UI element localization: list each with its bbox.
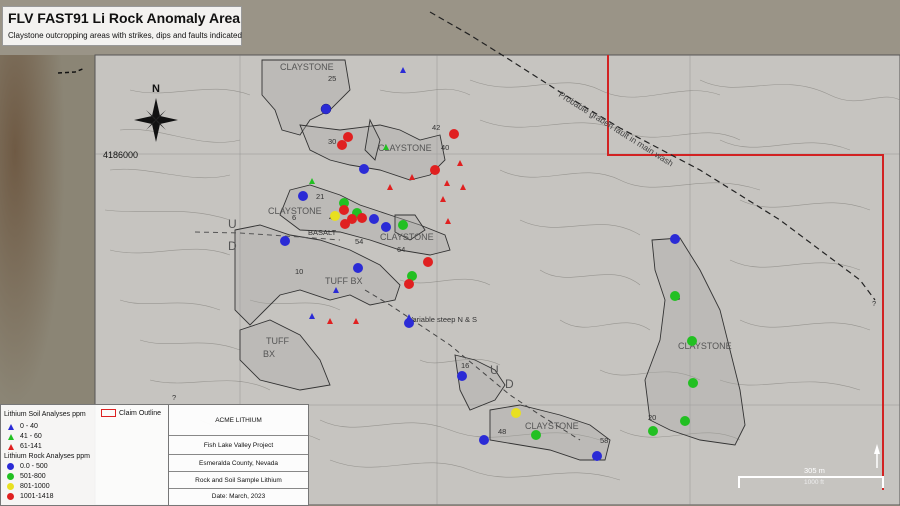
claim-legend-label: Claim Outline <box>119 409 162 417</box>
dip-label: 20 <box>648 413 656 422</box>
rock-sample-blue[interactable] <box>670 234 680 244</box>
dip-label: 40 <box>441 143 449 152</box>
info-subject: Rock and Soil Sample Lithium <box>169 472 308 489</box>
rock-sample-red[interactable] <box>449 129 459 139</box>
rock-sample-blue[interactable] <box>280 236 290 246</box>
north-label: N <box>152 83 160 95</box>
rock-legend-row: 801-1000 <box>7 482 50 491</box>
rock-sample-blue[interactable] <box>369 214 379 224</box>
rock-legend-label: 501-800 <box>20 473 46 480</box>
rock-sample-green[interactable] <box>687 336 697 346</box>
rock-sample-yellow[interactable] <box>330 211 340 221</box>
soil-legend-row: 0 - 40 <box>7 422 38 431</box>
tuff-bx-label: TUFF BX <box>325 276 363 286</box>
unit-label-u2: U <box>490 363 499 377</box>
rock-sample-blue[interactable] <box>404 318 414 328</box>
dip-label: 54 <box>355 237 363 246</box>
scale-bar-line <box>738 476 884 478</box>
dip-label: ? <box>872 299 876 308</box>
northing-label: 4186000 <box>103 150 138 160</box>
dip-label: 25 <box>328 74 336 83</box>
dip-label: 58 <box>600 436 608 445</box>
rock-sample-red[interactable] <box>404 279 414 289</box>
rock-sample-red[interactable] <box>339 205 349 215</box>
rock-sample-blue[interactable] <box>457 371 467 381</box>
dip-label: 21 <box>316 192 324 201</box>
rock-legend-row: 501-800 <box>7 472 46 481</box>
rock-sample-blue[interactable] <box>298 191 308 201</box>
map-title: FLV FAST91 Li Rock Anomaly Area <box>8 10 241 26</box>
claystone-label: CLAYSTONE <box>525 421 579 431</box>
claystone-label: CLAYSTONE <box>280 62 334 72</box>
soil-legend-label: 41 - 60 <box>20 433 42 440</box>
soil-legend-row: 41 - 60 <box>7 432 42 441</box>
rock-legend-label: 0.0 - 500 <box>20 463 48 470</box>
rock-sample-blue[interactable] <box>359 164 369 174</box>
rock-sample-red[interactable] <box>343 132 353 142</box>
rock-sample-yellow[interactable] <box>511 408 521 418</box>
info-location: Esmeralda County, Nevada <box>169 455 308 472</box>
legend: Lithium Soil Analyses ppm Claim Outline … <box>0 404 169 506</box>
bx-label: BX <box>263 349 275 359</box>
dip-label: 64 <box>397 245 405 254</box>
rock-sample-green[interactable] <box>680 416 690 426</box>
title-box: FLV FAST91 Li Rock Anomaly Area Clayston… <box>2 6 242 46</box>
rock-sample-red[interactable] <box>423 257 433 267</box>
rock-sample-green[interactable] <box>398 220 408 230</box>
dip-label: 6 <box>292 213 296 222</box>
scale-bar-tick <box>882 476 884 488</box>
rock-sample-green[interactable] <box>531 430 541 440</box>
soil-legend-label: 61-141 <box>20 443 42 450</box>
dip-label: 30 <box>328 137 336 146</box>
dip-label: 16 <box>461 361 469 370</box>
rock-sample-blue[interactable] <box>320 103 332 115</box>
dip-label: ? <box>172 393 176 402</box>
info-box: ACME LITHIUM Fish Lake Valley Project Es… <box>168 404 309 506</box>
rock-sample-blue[interactable] <box>592 451 602 461</box>
rock-sample-blue[interactable] <box>479 435 489 445</box>
rock-sample-red[interactable] <box>430 165 440 175</box>
rock-sample-red[interactable] <box>337 140 347 150</box>
rock-sample-red[interactable] <box>357 213 367 223</box>
scale-metric-label: 305 m <box>804 466 825 475</box>
rock-sample-green[interactable] <box>688 378 698 388</box>
unit-label-d2: D <box>505 377 514 391</box>
rock-sample-green[interactable] <box>648 426 658 436</box>
unit-label-u: U <box>228 217 237 231</box>
map-subtitle: Claystone outcropping areas with strikes… <box>8 31 242 40</box>
dip-label: 10 <box>295 267 303 276</box>
unit-label-d: D <box>228 239 237 253</box>
claystone-label: CLAYSTONE <box>678 341 732 351</box>
basalt-label: BASALT <box>308 228 337 237</box>
rock-legend-label: 801-1000 <box>20 483 50 490</box>
rock-sample-blue[interactable] <box>353 263 363 273</box>
rock-legend-row: 1001-1418 <box>7 492 53 501</box>
soil-legend-row: 61-141 <box>7 442 42 451</box>
soil-legend-label: 0 - 40 <box>20 423 38 430</box>
dip-label: 42 <box>432 123 440 132</box>
rock-sample-green[interactable] <box>670 291 680 301</box>
claystone-label: CLAYSTONE <box>380 232 434 242</box>
rock-legend-row: 0.0 - 500 <box>7 462 48 471</box>
claim-legend-item: Claim Outline <box>101 409 161 417</box>
rock-sample-red[interactable] <box>340 219 350 229</box>
scale-bar-tick <box>738 476 740 488</box>
dip-label: 48 <box>498 427 506 436</box>
scale-bar: 305 m 1000 ft <box>738 466 884 488</box>
rock-legend-header: Lithium Rock Analyses ppm <box>4 453 90 460</box>
claim-legend-swatch <box>101 409 116 417</box>
rock-sample-blue[interactable] <box>381 222 391 232</box>
info-company: ACME LITHIUM <box>169 405 308 436</box>
soil-legend-header: Lithium Soil Analyses ppm <box>4 411 86 418</box>
tuff-label: TUFF <box>266 336 289 346</box>
steep-label: Variable steep N & S <box>408 315 477 324</box>
rock-legend-label: 1001-1418 <box>20 493 54 500</box>
scale-imperial-label: 1000 ft <box>804 479 824 486</box>
info-date: Date: March, 2023 <box>211 493 266 500</box>
info-project: Fish Lake Valley Project <box>169 436 308 455</box>
